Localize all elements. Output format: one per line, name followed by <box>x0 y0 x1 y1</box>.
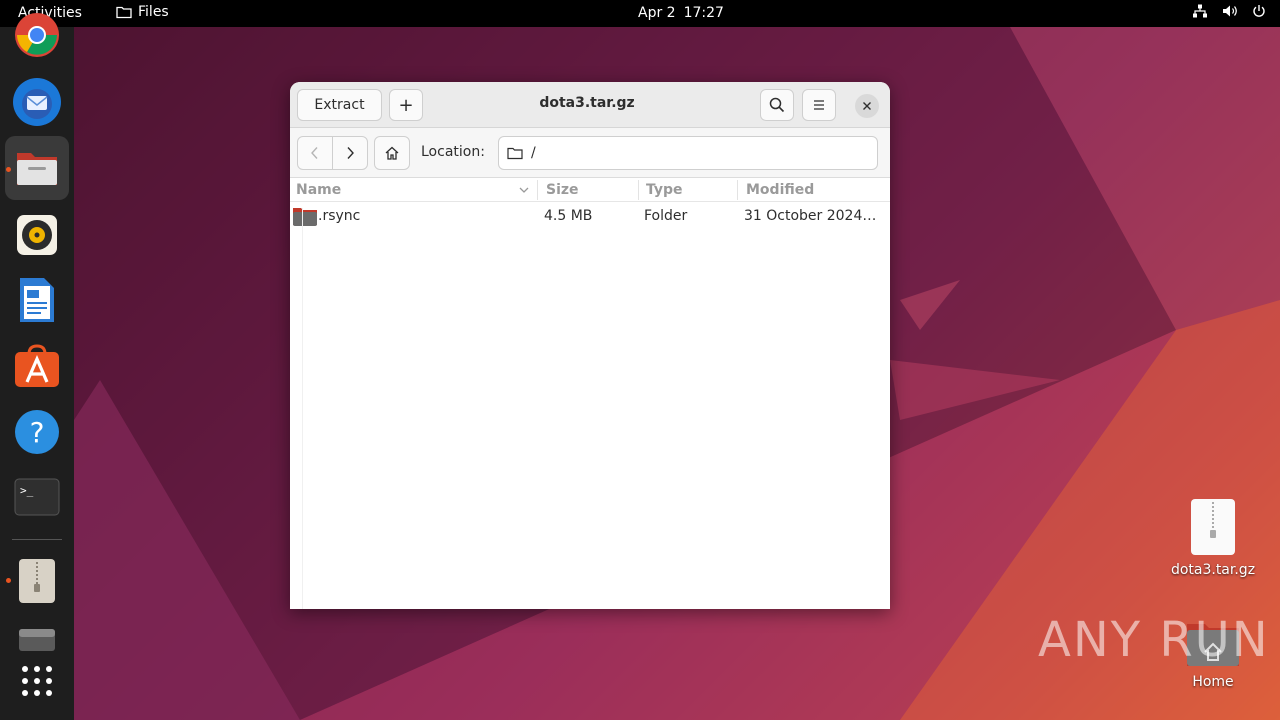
dock-chrome[interactable] <box>5 3 69 67</box>
clock-date: Apr 2 <box>638 5 676 21</box>
top-bar: Activities Files Apr 2 17:27 <box>0 0 1280 27</box>
writer-icon <box>20 278 54 322</box>
list-guide <box>302 208 303 609</box>
chrome-icon <box>15 13 59 57</box>
dock: ? >_ <box>0 13 74 720</box>
file-modified: 31 October 2024… <box>744 208 877 224</box>
file-list-header: Name Size Type Modified <box>290 178 890 202</box>
file-name: .rsync <box>318 208 361 224</box>
app-grid-icon <box>22 666 52 696</box>
help-icon: ? <box>15 410 59 454</box>
dock-files[interactable] <box>5 136 69 200</box>
volume-icon <box>1223 5 1237 17</box>
location-input[interactable]: / <box>498 136 878 170</box>
svg-text:>_: >_ <box>20 484 34 497</box>
dock-writer[interactable] <box>5 268 69 332</box>
thunderbird-icon <box>13 78 61 126</box>
clock[interactable]: Apr 2 17:27 <box>638 5 724 21</box>
column-separator <box>638 180 639 200</box>
desktop-icon-label: Home <box>1192 674 1234 690</box>
app-center-icon <box>15 344 59 387</box>
location-value: / <box>531 145 536 161</box>
files-icon <box>17 153 57 185</box>
dock-app-center[interactable] <box>5 334 69 398</box>
svg-text:?: ? <box>30 416 45 449</box>
extract-button[interactable]: Extract <box>297 89 382 121</box>
column-header-name[interactable]: Name <box>296 182 341 198</box>
folder-icon <box>293 208 317 226</box>
dock-separator <box>12 539 62 540</box>
sort-chevron-down-icon <box>519 187 529 193</box>
hamburger-icon <box>814 100 824 110</box>
archive-manager-window: Extract + dota3.tar.gz Location: / Name … <box>290 82 890 609</box>
dock-terminal[interactable]: >_ <box>5 465 69 529</box>
folder-icon <box>116 6 132 19</box>
dock-archive-manager[interactable] <box>5 549 69 613</box>
menu-button[interactable] <box>802 89 836 121</box>
window-title: dota3.tar.gz <box>539 95 635 111</box>
clock-time: 17:27 <box>683 5 724 21</box>
power-icon <box>1253 5 1265 17</box>
chevron-right-icon <box>347 147 354 159</box>
watermark-text: ANY RUN <box>1038 612 1270 668</box>
home-icon <box>385 146 399 160</box>
archive-file-icon <box>1191 499 1235 555</box>
header-bar: Extract + dota3.tar.gz <box>290 82 890 128</box>
app-name: Files <box>138 4 169 20</box>
column-header-type[interactable]: Type <box>646 182 683 198</box>
home-button[interactable] <box>374 136 410 170</box>
dock-thunderbird[interactable] <box>5 70 69 134</box>
column-header-modified[interactable]: Modified <box>746 182 814 198</box>
close-button[interactable] <box>855 94 879 118</box>
terminal-icon: >_ <box>14 478 60 516</box>
table-row[interactable]: .rsync 4.5 MB Folder 31 October 2024… <box>290 202 890 230</box>
back-button[interactable] <box>297 136 333 170</box>
system-tray[interactable] <box>1192 4 1266 18</box>
app-menu[interactable]: Files <box>116 4 169 20</box>
chevron-left-icon <box>311 147 318 159</box>
archive-icon <box>19 559 55 603</box>
file-list: Name Size Type Modified .rsync 4.5 MB Fo… <box>290 178 890 230</box>
location-label: Location: <box>421 144 485 160</box>
rhythmbox-icon <box>17 215 57 255</box>
running-indicator <box>6 167 11 172</box>
network-icon <box>1193 4 1207 18</box>
column-header-size[interactable]: Size <box>546 182 579 198</box>
show-apps-button[interactable] <box>5 649 69 713</box>
forward-button[interactable] <box>332 136 368 170</box>
dock-help[interactable]: ? <box>5 400 69 464</box>
add-files-button[interactable]: + <box>389 89 423 121</box>
file-type: Folder <box>644 208 688 224</box>
file-size: 4.5 MB <box>544 208 593 224</box>
column-separator <box>737 180 738 200</box>
running-indicator <box>6 578 11 583</box>
column-separator <box>537 180 538 200</box>
search-button[interactable] <box>760 89 794 121</box>
dock-rhythmbox[interactable] <box>5 203 69 267</box>
folder-icon <box>507 147 523 160</box>
search-icon <box>769 97 785 113</box>
watermark: ANY RUN <box>1038 612 1270 668</box>
desktop-icon-label: dota3.tar.gz <box>1170 562 1256 578</box>
close-icon <box>863 102 871 110</box>
location-bar: Location: / <box>290 128 890 178</box>
desktop-icon-archive[interactable]: dota3.tar.gz <box>1166 498 1260 578</box>
